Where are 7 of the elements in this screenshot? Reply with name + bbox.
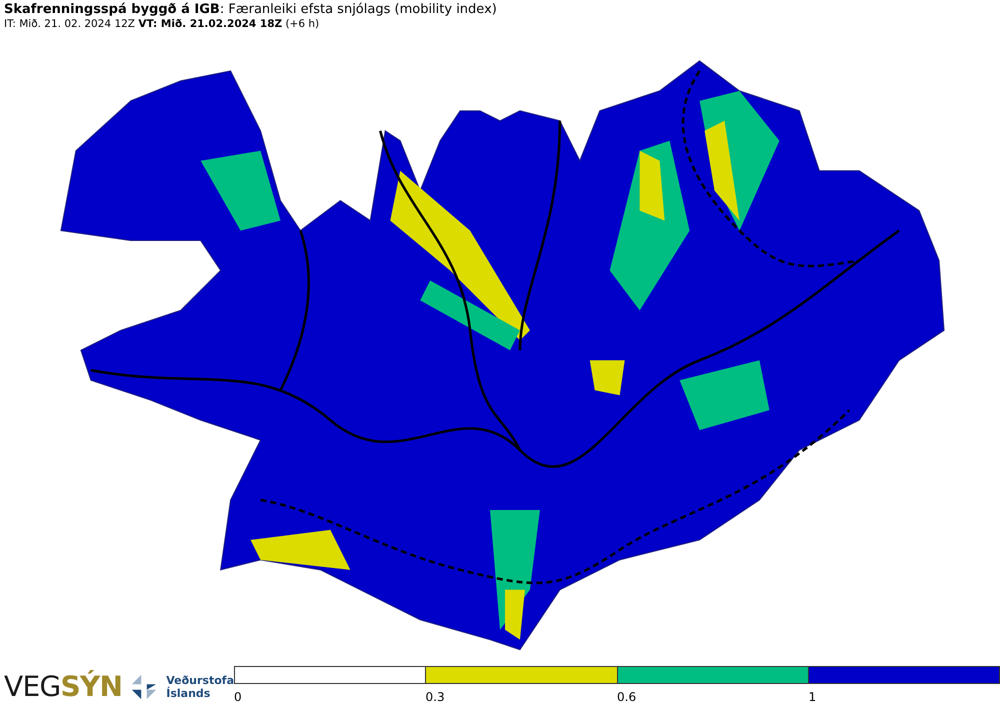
agency-logo-text: Veðurstofa Íslands — [166, 674, 234, 700]
map-title: Skafrenningsspá byggð á IGB: Færanleiki efsta snjólags (mobility index) — [4, 2, 498, 18]
scale-tick-label: 0.6 — [617, 690, 636, 704]
scale-tick-label: 0.3 — [426, 690, 445, 704]
scale-tick-label: 1 — [808, 690, 816, 704]
forecast-time: IT: Mið. 21. 02. 2024 12Z VT: Mið. 21.02.2024 18Z (+6 h) — [4, 18, 320, 32]
scale-tick-label: 0 — [234, 690, 242, 704]
